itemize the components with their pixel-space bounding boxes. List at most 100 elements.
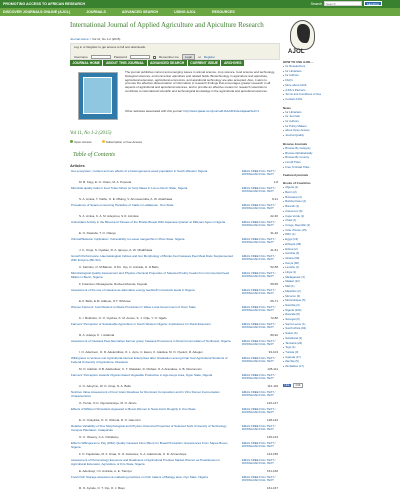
article-title[interactable]: Antioxidant Activity in the Blood and Ti… [71, 220, 233, 225]
article-download-link[interactable]: EMAIL FREE FULL TEXT / DOWNLOAD FULL TEX… [242, 254, 280, 262]
password-label: Password [113, 55, 128, 59]
article-download-link[interactable]: EMAIL FREE FULL TEXT / DOWNLOAD FULL TEX… [242, 203, 280, 211]
article-authors: E.U. Bello, E.M. Addeue, O.T. Ibhibose [79, 299, 131, 303]
article-pages: 93-104 [268, 350, 278, 354]
article-download-link[interactable]: EMAIL FREE FULL TEXT / DOWNLOAD FULL TEX… [242, 305, 280, 313]
article-title[interactable]: Nutritive Value Assessment of Four Grain… [71, 390, 233, 398]
article-title[interactable]: Effects of Different Stimulants Appeared… [71, 407, 233, 412]
username-field[interactable] [90, 55, 111, 59]
article-row: Willingness to Venture into Agricultural… [70, 356, 278, 374]
article-download-link[interactable]: EMAIL FREE FULL TEXT / DOWNLOAD FULL TEX… [242, 288, 280, 296]
nav-about-journal[interactable]: ABOUT THIS JOURNAL [103, 60, 147, 66]
other-websites-link[interactable]: http://www.ijaaar.com/journal/IJAAAR/Ind… [183, 109, 259, 113]
nav-journal-home[interactable]: JOURNAL HOME [70, 60, 103, 66]
journal-nav: JOURNAL HOME ABOUT THIS JOURNAL ADVANCED… [70, 60, 244, 66]
article-row: Effect's Willingness to Pay (Wiltz) Qual… [70, 441, 278, 459]
menu-resources[interactable]: RESOURCES [212, 10, 235, 14]
remember-checkbox[interactable] [153, 55, 157, 59]
cover-inner [83, 77, 112, 114]
article-authors: A. O. Adeyimo, W. O. Ocqe, N. A. Bello [79, 384, 132, 388]
article-pages: 59-65 [270, 282, 278, 286]
open-access-icon [70, 140, 73, 143]
article-authors: E. O. Onayinka, O. O. Oishola, R. O. Ham… [79, 418, 141, 422]
article-pages: 52-58 [270, 265, 278, 269]
article-row: Microbiological Quality Assessment and P… [70, 271, 278, 289]
article-pages: 112-119 [267, 384, 278, 388]
article-download-link[interactable]: EMAIL FREE FULL TEXT / DOWNLOAD FULL TEX… [242, 356, 280, 364]
password-field[interactable] [130, 55, 151, 59]
search-button[interactable]: SEARCH [364, 1, 382, 6]
article-download-link[interactable]: EMAIL FREE FULL TEXT / DOWNLOAD FULL TEX… [242, 441, 280, 449]
article-download-link[interactable]: EMAIL FREE FULL TEXT / DOWNLOAD FULL TEX… [242, 475, 280, 483]
menu-discover[interactable]: DISCOVER JOURNALS ONLINE (AJOL) [3, 10, 70, 14]
article-title[interactable]: Fresh Fish Storage assessment-marketing … [71, 475, 233, 480]
article-pages: 72-80 [270, 316, 278, 320]
nav-current-issue[interactable]: CURRENT ISSUE [187, 60, 221, 66]
article-download-link[interactable]: EMAIL FREE FULL TEXT / DOWNLOAD FULL TEX… [242, 424, 280, 432]
article-title[interactable]: Assessment of Pulmonology Exposure and R… [71, 458, 233, 466]
register-link[interactable]: Register [204, 55, 215, 59]
nav-advanced-search[interactable]: ADVANCED SEARCH [147, 60, 187, 66]
access-legend: Open Access Subscription or Fee Access [70, 140, 142, 144]
article-title[interactable]: Effect's Willingness to Pay (Wiltz) Qual… [71, 441, 233, 449]
journal-title: International Journal of Applied Agricul… [70, 21, 264, 29]
article-title[interactable]: Women Farmers' Contributions to Maize Pr… [71, 305, 233, 310]
article-row: Assessment of Pulmonology Exposure and R… [70, 458, 278, 476]
article-download-link[interactable]: EMAIL FREE FULL TEXT / DOWNLOAD FULL TEX… [242, 271, 280, 279]
search-input[interactable] [324, 1, 362, 6]
toc-title: Table of Contents [73, 152, 116, 158]
article-authors: S. A. Amisa, K. A. M. Adeyinsu, S.O. Acm… [79, 214, 139, 218]
open-access-label: Open Access [74, 140, 92, 144]
article-pages: 135-143 [266, 435, 278, 439]
article-title[interactable]: Farmers' Perception towards Organic-base… [71, 373, 233, 378]
username-label: Username [74, 55, 88, 59]
menu-using-ajol[interactable]: USING AJOL [174, 10, 196, 14]
article-title[interactable]: Microbial quality traits in food Tuber-f… [71, 186, 233, 191]
menu-advanced-search[interactable]: ADVANCED SEARCH [122, 10, 158, 14]
article-title[interactable]: Willingness to Venture into Agricultural… [71, 356, 233, 364]
article-download-link[interactable]: EMAIL FREE FULL TEXT / DOWNLOAD FULL TEX… [242, 220, 280, 228]
issue-title: Vol 11, No 1-2 (2015) [70, 131, 112, 136]
article-row: Growth Performance, Haematological Indic… [70, 254, 278, 272]
article-title[interactable]: Growth Performance, Haematological Indic… [71, 254, 233, 262]
article-pages: 80-92 [270, 333, 278, 337]
search-area: Search SEARCH [311, 1, 382, 6]
promo-text: PROMOTING ACCESS TO AFRICAN RESEARCH [3, 2, 86, 6]
article-pages: 9-21 [271, 197, 278, 201]
article-title[interactable]: Farmers' Perception of Sustainable Agric… [71, 322, 233, 327]
article-authors: J. C. Ongs, S. Oyaban, R. A. Ijanoyo, A.… [79, 248, 153, 252]
article-download-link[interactable]: EMAIL FREE FULL TEXT / DOWNLOAD FULL TEX… [242, 407, 280, 415]
journal-cover [78, 72, 118, 120]
article-download-link[interactable]: EMAIL FREE FULL TEXT / DOWNLOAD FULL TEX… [242, 373, 280, 381]
ajol-logo [290, 20, 315, 50]
article-title[interactable]: Assessment of Cassava Peel Alternative F… [71, 339, 233, 344]
article-title[interactable]: Prevalence of Space-consuming Parasites … [71, 203, 233, 208]
article-authors: K. I. Bokhobo, O. O. Oyebes, K. M. Arowu… [79, 316, 167, 320]
other-websites: Other websites associated with this jour… [125, 109, 275, 113]
article-download-link[interactable]: EMAIL FREE FULL TEXT / DOWNLOAD FULL TEX… [242, 322, 280, 330]
breadcrumb-home[interactable]: Journal Home [70, 37, 89, 41]
facebook-like-button[interactable]: Like [283, 383, 291, 387]
article-row: Prevalence of Space-consuming Parasites … [70, 203, 278, 221]
remember-label: Remember me [159, 55, 179, 59]
article-authors: I. O. Aderinem, O. R. Adeleridiras, O. L… [79, 350, 203, 354]
article-row: Assessment of Cassava Peel Alternative F… [70, 339, 278, 357]
article-title[interactable]: Relative Variability of Five Morphologic… [71, 424, 233, 432]
article-download-link[interactable]: EMAIL FREE FULL TEXT / DOWNLOAD FULL TEX… [242, 237, 280, 245]
article-download-link[interactable]: EMAIL FREE FULL TEXT / DOWNLOAD FULL TEX… [242, 390, 280, 398]
article-row: Farmers' Perception towards Organic-base… [70, 373, 278, 391]
other-websites-label: Other websites associated with this jour… [125, 109, 183, 113]
article-title[interactable]: Assessment of the use of cassava as alte… [71, 288, 233, 293]
journal-description: The journal publishes current and emergi… [125, 70, 275, 93]
article-download-link[interactable]: EMAIL FREE FULL TEXT / DOWNLOAD FULL TEX… [242, 339, 280, 347]
article-title[interactable]: Clinical/Skeleton Implication: Vulnerabi… [71, 237, 233, 242]
menu-journals[interactable]: JOURNALS [86, 10, 106, 14]
nav-archives[interactable]: ARCHIVES [221, 60, 244, 66]
article-title[interactable]: Gut ecosystem, nutrient and sex effects … [71, 169, 233, 174]
article-authors: R. A. Adeuja, K. I. Adebola [79, 333, 115, 337]
article-pages: 144-150 [266, 452, 278, 456]
article-download-link[interactable]: EMAIL FREE FULL TEXT / DOWNLOAD FULL TEX… [242, 169, 280, 177]
article-download-link[interactable]: EMAIL FREE FULL TEXT / DOWNLOAD FULL TEX… [242, 186, 280, 194]
article-title[interactable]: Microbiological Quality Assessment and P… [71, 271, 233, 279]
article-download-link[interactable]: EMAIL FREE FULL TEXT / DOWNLOAD FULL TEX… [242, 458, 280, 466]
